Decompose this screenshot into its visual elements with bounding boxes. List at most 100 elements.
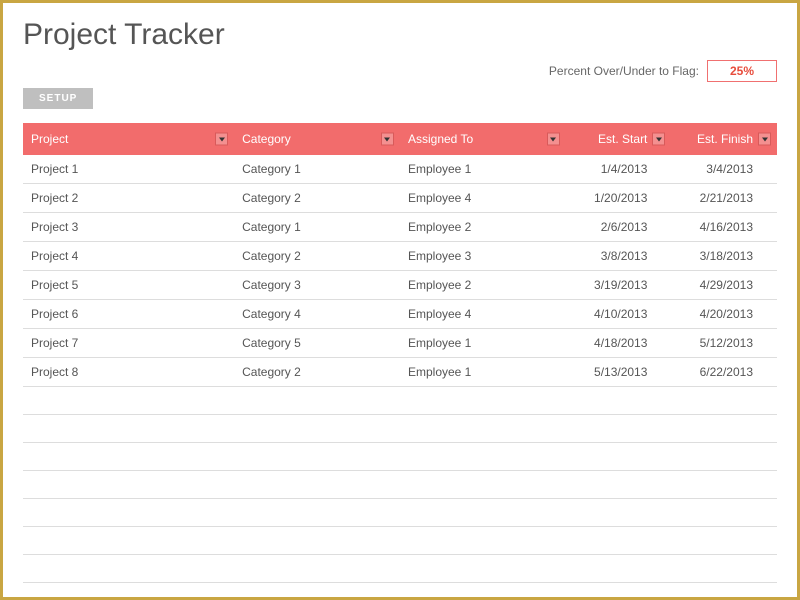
cell-empty[interactable] bbox=[400, 527, 566, 555]
cell-empty[interactable] bbox=[234, 471, 400, 499]
cell-empty[interactable] bbox=[23, 471, 234, 499]
cell-empty[interactable] bbox=[23, 443, 234, 471]
column-header-est-start[interactable]: Est. Start bbox=[566, 123, 672, 155]
cell-empty[interactable] bbox=[23, 499, 234, 527]
cell-empty[interactable] bbox=[566, 443, 672, 471]
cell-project[interactable]: Project 4 bbox=[23, 242, 234, 271]
cell-assigned[interactable]: Employee 4 bbox=[400, 300, 566, 329]
filter-dropdown-icon[interactable] bbox=[652, 133, 665, 146]
table-row-empty[interactable] bbox=[23, 499, 777, 527]
cell-assigned[interactable]: Employee 2 bbox=[400, 213, 566, 242]
cell-empty[interactable] bbox=[566, 555, 672, 583]
cell-empty[interactable] bbox=[400, 415, 566, 443]
table-row[interactable]: Project 7 Category 5 Employee 1 4/18/201… bbox=[23, 329, 777, 358]
cell-est-finish[interactable]: 4/16/2013 bbox=[671, 213, 777, 242]
cell-project[interactable]: Project 7 bbox=[23, 329, 234, 358]
cell-empty[interactable] bbox=[671, 499, 777, 527]
cell-empty[interactable] bbox=[671, 555, 777, 583]
cell-est-start[interactable]: 4/10/2013 bbox=[566, 300, 672, 329]
cell-empty[interactable] bbox=[234, 387, 400, 415]
cell-est-start[interactable]: 1/20/2013 bbox=[566, 184, 672, 213]
cell-category[interactable]: Category 5 bbox=[234, 329, 400, 358]
table-row[interactable]: Project 2 Category 2 Employee 4 1/20/201… bbox=[23, 184, 777, 213]
cell-est-start[interactable]: 5/13/2013 bbox=[566, 358, 672, 387]
table-row-empty[interactable] bbox=[23, 471, 777, 499]
flag-value-input[interactable]: 25% bbox=[707, 60, 777, 82]
column-header-category[interactable]: Category bbox=[234, 123, 400, 155]
cell-empty[interactable] bbox=[400, 555, 566, 583]
cell-empty[interactable] bbox=[234, 555, 400, 583]
table-row[interactable]: Project 6 Category 4 Employee 4 4/10/201… bbox=[23, 300, 777, 329]
cell-category[interactable]: Category 1 bbox=[234, 155, 400, 184]
cell-category[interactable]: Category 2 bbox=[234, 242, 400, 271]
cell-empty[interactable] bbox=[23, 415, 234, 443]
cell-est-start[interactable]: 3/19/2013 bbox=[566, 271, 672, 300]
cell-est-start[interactable]: 3/8/2013 bbox=[566, 242, 672, 271]
table-row[interactable]: Project 5 Category 3 Employee 2 3/19/201… bbox=[23, 271, 777, 300]
cell-assigned[interactable]: Employee 1 bbox=[400, 329, 566, 358]
cell-category[interactable]: Category 2 bbox=[234, 358, 400, 387]
table-row[interactable]: Project 4 Category 2 Employee 3 3/8/2013… bbox=[23, 242, 777, 271]
cell-assigned[interactable]: Employee 3 bbox=[400, 242, 566, 271]
cell-empty[interactable] bbox=[566, 471, 672, 499]
cell-empty[interactable] bbox=[671, 527, 777, 555]
cell-est-start[interactable]: 2/6/2013 bbox=[566, 213, 672, 242]
cell-project[interactable]: Project 6 bbox=[23, 300, 234, 329]
table-row[interactable]: Project 3 Category 1 Employee 2 2/6/2013… bbox=[23, 213, 777, 242]
column-header-est-finish[interactable]: Est. Finish bbox=[671, 123, 777, 155]
cell-project[interactable]: Project 3 bbox=[23, 213, 234, 242]
cell-assigned[interactable]: Employee 2 bbox=[400, 271, 566, 300]
cell-project[interactable]: Project 2 bbox=[23, 184, 234, 213]
table-row-empty[interactable] bbox=[23, 555, 777, 583]
cell-empty[interactable] bbox=[234, 499, 400, 527]
cell-category[interactable]: Category 2 bbox=[234, 184, 400, 213]
table-row-empty[interactable] bbox=[23, 387, 777, 415]
cell-empty[interactable] bbox=[234, 443, 400, 471]
cell-empty[interactable] bbox=[671, 415, 777, 443]
cell-est-start[interactable]: 4/18/2013 bbox=[566, 329, 672, 358]
cell-est-finish[interactable]: 3/4/2013 bbox=[671, 155, 777, 184]
cell-empty[interactable] bbox=[234, 527, 400, 555]
cell-est-finish[interactable]: 5/12/2013 bbox=[671, 329, 777, 358]
cell-project[interactable]: Project 1 bbox=[23, 155, 234, 184]
table-row-empty[interactable] bbox=[23, 443, 777, 471]
cell-project[interactable]: Project 8 bbox=[23, 358, 234, 387]
cell-empty[interactable] bbox=[671, 387, 777, 415]
cell-empty[interactable] bbox=[234, 415, 400, 443]
column-header-assigned[interactable]: Assigned To bbox=[400, 123, 566, 155]
cell-est-finish[interactable]: 2/21/2013 bbox=[671, 184, 777, 213]
cell-empty[interactable] bbox=[400, 443, 566, 471]
cell-empty[interactable] bbox=[23, 387, 234, 415]
table-row-empty[interactable] bbox=[23, 527, 777, 555]
cell-empty[interactable] bbox=[566, 527, 672, 555]
cell-empty[interactable] bbox=[566, 499, 672, 527]
cell-est-finish[interactable]: 4/29/2013 bbox=[671, 271, 777, 300]
filter-dropdown-icon[interactable] bbox=[381, 133, 394, 146]
cell-category[interactable]: Category 4 bbox=[234, 300, 400, 329]
cell-project[interactable]: Project 5 bbox=[23, 271, 234, 300]
cell-est-finish[interactable]: 4/20/2013 bbox=[671, 300, 777, 329]
cell-empty[interactable] bbox=[400, 471, 566, 499]
cell-est-start[interactable]: 1/4/2013 bbox=[566, 155, 672, 184]
cell-assigned[interactable]: Employee 1 bbox=[400, 155, 566, 184]
cell-empty[interactable] bbox=[400, 387, 566, 415]
cell-empty[interactable] bbox=[400, 499, 566, 527]
filter-dropdown-icon[interactable] bbox=[758, 133, 771, 146]
table-row[interactable]: Project 8 Category 2 Employee 1 5/13/201… bbox=[23, 358, 777, 387]
cell-empty[interactable] bbox=[671, 471, 777, 499]
cell-assigned[interactable]: Employee 1 bbox=[400, 358, 566, 387]
cell-empty[interactable] bbox=[566, 415, 672, 443]
setup-button[interactable]: SETUP bbox=[23, 88, 93, 109]
cell-category[interactable]: Category 1 bbox=[234, 213, 400, 242]
cell-empty[interactable] bbox=[671, 443, 777, 471]
cell-est-finish[interactable]: 3/18/2013 bbox=[671, 242, 777, 271]
table-row-empty[interactable] bbox=[23, 415, 777, 443]
cell-est-finish[interactable]: 6/22/2013 bbox=[671, 358, 777, 387]
cell-category[interactable]: Category 3 bbox=[234, 271, 400, 300]
filter-dropdown-icon[interactable] bbox=[547, 133, 560, 146]
cell-empty[interactable] bbox=[23, 555, 234, 583]
filter-dropdown-icon[interactable] bbox=[215, 133, 228, 146]
cell-empty[interactable] bbox=[23, 527, 234, 555]
cell-empty[interactable] bbox=[566, 387, 672, 415]
table-row[interactable]: Project 1 Category 1 Employee 1 1/4/2013… bbox=[23, 155, 777, 184]
